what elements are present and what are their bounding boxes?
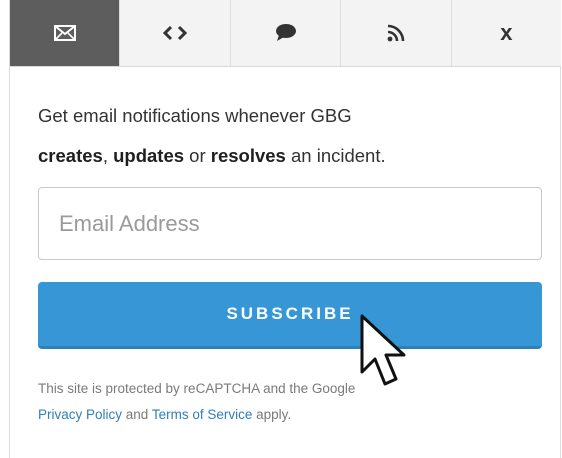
code-brackets-icon: [163, 25, 188, 41]
terms-of-service-link[interactable]: Terms of Service: [152, 407, 253, 422]
tab-webhook[interactable]: [119, 0, 229, 66]
recaptcha-notice-line-1: This site is protected by reCAPTCHA and …: [38, 381, 356, 396]
creates-text: creates: [38, 145, 103, 166]
privacy-policy-link[interactable]: Privacy Policy: [38, 407, 122, 422]
chat-bubble-icon: [274, 23, 298, 43]
subscribe-panel: x Get email notifications whenever GBG c…: [9, 0, 561, 458]
close-label: x: [500, 20, 513, 45]
recaptcha-notice: This site is protected by reCAPTCHA and …: [38, 376, 543, 428]
description-line-2: creates, updates or resolves an incident…: [38, 136, 543, 176]
subscribe-button[interactable]: SUBSCRIBE: [38, 282, 542, 349]
tab-chat[interactable]: [229, 0, 340, 66]
description-line-1: Get email notifications whenever GBG: [38, 105, 352, 126]
rss-feed-icon: [387, 24, 405, 42]
legal-suffix: apply.: [252, 407, 292, 422]
description-tail: an incident.: [285, 145, 386, 166]
legal-and: and: [122, 407, 152, 422]
envelope-icon: [53, 25, 76, 41]
close-tab[interactable]: x: [450, 0, 561, 66]
tab-rss[interactable]: [340, 0, 450, 66]
updates-text: updates: [113, 145, 185, 166]
resolves-text: resolves: [210, 145, 286, 166]
subscribe-description: Get email notifications whenever GBG cre…: [38, 96, 543, 176]
subscribe-tabs: x: [10, 0, 561, 67]
separator-2: or: [184, 145, 211, 166]
email-field[interactable]: [38, 187, 542, 260]
separator-1: ,: [102, 145, 114, 166]
tab-email[interactable]: [10, 0, 120, 66]
recaptcha-notice-line-2: Privacy Policy and Terms of Service appl…: [38, 402, 543, 428]
